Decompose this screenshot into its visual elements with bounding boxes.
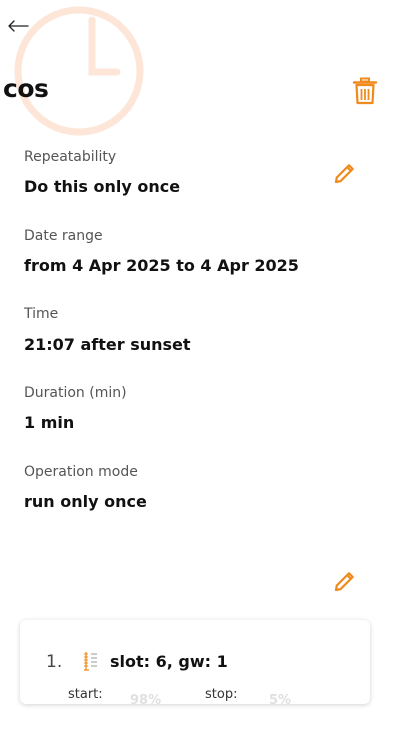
operation-mode-value: run only once: [24, 492, 147, 511]
duration-value: 1 min: [24, 413, 75, 432]
date-range-value: from 4 Apr 2025 to 4 Apr 2025: [24, 256, 299, 275]
arrow-left-icon[interactable]: [6, 14, 30, 38]
slot-label: slot: 6, gw: 1: [110, 652, 228, 671]
trash-icon[interactable]: [352, 77, 378, 105]
repeatability-value: Do this only once: [24, 177, 181, 196]
operation-mode-label: Operation mode: [24, 464, 138, 480]
edit-details-button[interactable]: [333, 161, 357, 185]
edit-slots-button[interactable]: [333, 569, 357, 593]
time-label: Time: [24, 306, 59, 322]
duration-label: Duration (min): [24, 385, 127, 401]
slot-index: 1.: [46, 652, 63, 672]
repeatability-label: Repeatability: [24, 149, 117, 165]
date-range-label: Date range: [24, 228, 103, 244]
stop-label: stop:: [205, 687, 238, 702]
time-value: 21:07 after sunset: [24, 335, 191, 354]
start-label: start:: [68, 687, 103, 702]
page-title: cos: [3, 74, 49, 103]
slot-card[interactable]: 1. slot: 6, gw: 1 start: 98% stop: 5%: [20, 620, 370, 704]
blinds-icon: [84, 652, 97, 671]
start-value: 98%: [130, 693, 162, 704]
clock-icon: [14, 6, 144, 136]
stop-value: 5%: [269, 693, 292, 704]
